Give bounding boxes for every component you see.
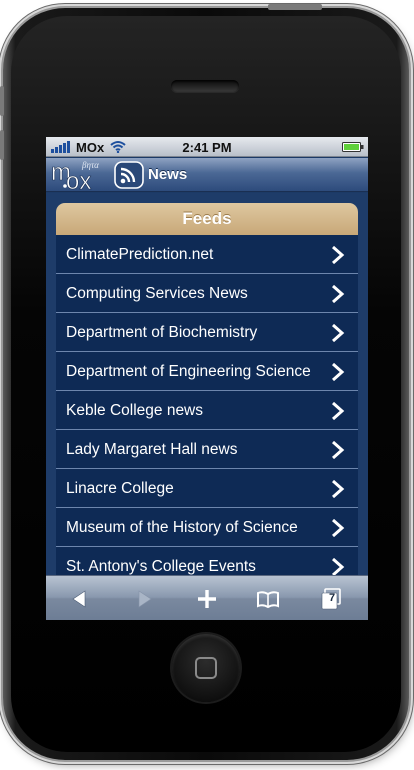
status-bar: MOx 2:41 PM <box>46 137 368 157</box>
feed-item[interactable]: Linacre College <box>56 469 358 508</box>
feed-item[interactable]: Museum of the History of Science <box>56 508 358 547</box>
feed-item[interactable]: ClimatePrediction.net <box>56 235 358 274</box>
feed-item-label: Computing Services News <box>66 285 248 302</box>
feed-item-label: Department of Biochemistry <box>66 324 258 341</box>
page-title: News <box>148 166 188 183</box>
feed-item-label: ClimatePrediction.net <box>66 246 214 263</box>
feed-item[interactable]: Keble College news <box>56 391 358 430</box>
chevron-right-icon <box>332 363 345 381</box>
logo-beta-text: βητα <box>81 160 99 170</box>
battery-icon <box>342 142 364 152</box>
chevron-right-icon <box>332 441 345 459</box>
browser-toolbar: 7 <box>46 575 368 620</box>
chevron-right-icon <box>332 324 345 342</box>
chevron-right-icon <box>332 246 345 264</box>
feed-item-label: Museum of the History of Science <box>66 519 298 536</box>
feed-item[interactable]: Department of Engineering Science <box>56 352 358 391</box>
feeds-panel: Feeds ClimatePrediction.net Computing Se… <box>56 203 358 575</box>
feed-item[interactable]: Department of Biochemistry <box>56 313 358 352</box>
chevron-right-icon <box>332 402 345 420</box>
feed-item[interactable]: Lady Margaret Hall news <box>56 430 358 469</box>
chevron-right-icon <box>332 285 345 303</box>
volume-down-button <box>0 130 4 160</box>
main-content: Feeds ClimatePrediction.net Computing Se… <box>46 193 368 575</box>
feed-item[interactable]: Computing Services News <box>56 274 358 313</box>
pages-count: 7 <box>328 592 336 604</box>
feed-item-label: Keble College news <box>66 402 204 419</box>
feeds-header: Feeds <box>56 203 358 235</box>
sleep-button <box>268 4 322 10</box>
home-button-icon <box>195 657 217 679</box>
feed-item-label: Lady Margaret Hall news <box>66 441 238 458</box>
chevron-right-icon <box>332 519 345 537</box>
bookmarks-icon[interactable] <box>257 588 279 610</box>
feed-item-label: Linacre College <box>66 480 174 497</box>
logo-ox-text: ox <box>66 168 91 192</box>
rss-icon <box>114 161 144 189</box>
add-bookmark-icon[interactable] <box>196 588 218 610</box>
chevron-right-icon <box>332 558 345 575</box>
feed-item-label: St. Antony's College Events <box>66 558 256 575</box>
feed-item-label: Department of Engineering Science <box>66 363 311 380</box>
back-icon[interactable] <box>69 588 91 610</box>
feed-list: ClimatePrediction.net Computing Services… <box>56 235 358 575</box>
status-time: 2:41 PM <box>182 140 232 155</box>
feed-item[interactable]: St. Antony's College Events <box>56 547 358 575</box>
chevron-right-icon <box>332 480 345 498</box>
phone-screen: MOx 2:41 PM m ox βητα News Feeds Climate… <box>46 137 368 620</box>
volume-up-button <box>0 86 4 116</box>
earpiece-speaker <box>171 80 239 92</box>
forward-icon[interactable] <box>133 588 155 610</box>
app-header: m ox βητα News <box>46 158 368 192</box>
